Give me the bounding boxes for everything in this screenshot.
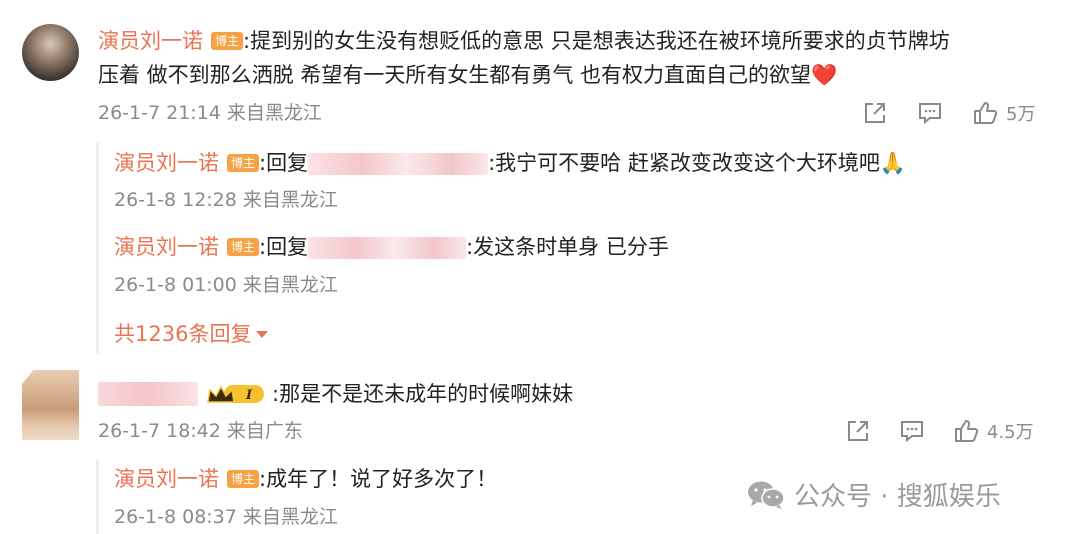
blurred-username	[308, 237, 467, 259]
reply-text: :发这条时单身 已分手	[466, 235, 669, 259]
like-count: 4.5万	[987, 422, 1034, 443]
reply-time: 26-1-8 12:28 来自黑龙江	[114, 189, 338, 211]
wechat-icon	[748, 481, 785, 509]
reply-author[interactable]: 演员刘一诺	[114, 151, 219, 175]
reply-prefix: :回复	[259, 235, 309, 259]
blogger-badge: 博主	[227, 154, 260, 172]
blogger-badge: 博主	[211, 32, 244, 50]
like-button[interactable]: 4.5万	[953, 418, 1034, 444]
reply-3: 演员刘一诺 博主:成年了！说了好多次了！	[114, 462, 714, 496]
blurred-username	[308, 153, 489, 175]
share-icon	[848, 421, 868, 441]
author-avatar[interactable]	[22, 24, 79, 81]
reply-2: 演员刘一诺 博主:回复 :发这条时单身 已分手	[114, 230, 1044, 264]
comment-time: 26-1-7 21:14 来自黑龙江	[98, 102, 322, 124]
reply-1: 演员刘一诺 博主:回复 :我宁可不要哈 赶紧改变改变这个大环境吧🙏	[114, 146, 1044, 180]
more-replies-link[interactable]: 共1236条回复	[114, 320, 269, 348]
reply-author[interactable]: 演员刘一诺	[114, 235, 219, 259]
comment-button[interactable]	[899, 418, 925, 444]
comment-text-line2: 压着 做不到那么洒脱 希望有一天所有女生都有勇气 也有权力直面自己的欲望❤️	[98, 63, 838, 87]
comment-time: 26-1-7 18:42 来自广东	[98, 420, 303, 442]
svg-text:I: I	[245, 388, 253, 403]
comment-icon	[901, 421, 923, 443]
reply-text: :成年了！说了好多次了！	[259, 467, 498, 491]
comment-icon	[919, 103, 941, 125]
blogger-badge: 博主	[227, 238, 260, 256]
like-count: 5万	[1006, 104, 1036, 125]
thumbs-up-icon	[955, 420, 979, 442]
caret-down-icon	[256, 331, 269, 338]
watermark: 公众号 · 搜狐娱乐	[746, 476, 1001, 513]
user-avatar-blurred[interactable]	[22, 370, 79, 440]
more-replies-label: 共1236条回复	[114, 322, 252, 346]
blogger-badge: 博主	[227, 470, 260, 488]
watermark-text: 公众号 · 搜狐娱乐	[794, 482, 1001, 512]
comment-text: :那是不是还未成年的时候啊妹妹	[272, 382, 574, 406]
share-icon	[865, 103, 885, 123]
reply-prefix: :回复	[259, 151, 309, 175]
author-name[interactable]: 演员刘一诺	[98, 29, 203, 53]
vip-crown-icon: I	[207, 385, 264, 403]
reply-time: 26-1-8 01:00 来自黑龙江	[114, 274, 338, 296]
comment-text-line1: :提到别的女生没有想贬低的意思 只是想表达我还在被环境所要求的贞节牌坊	[243, 29, 950, 53]
reply-time: 26-1-8 08:37 来自黑龙江	[114, 506, 338, 528]
comment-2: I :那是不是还未成年的时候啊妹妹	[98, 377, 998, 411]
share-button[interactable]	[862, 100, 888, 126]
reply-author[interactable]: 演员刘一诺	[114, 467, 219, 491]
like-button[interactable]: 5万	[972, 100, 1035, 126]
share-button[interactable]	[845, 418, 871, 444]
thumbs-up-icon	[974, 102, 998, 124]
comment-1: 演员刘一诺 博主:提到别的女生没有想贬低的意思 只是想表达我还在被环境所要求的贞节…	[98, 24, 1048, 92]
blurred-username[interactable]	[98, 382, 198, 406]
reply-text: :我宁可不要哈 赶紧改变改变这个大环境吧🙏	[488, 151, 906, 175]
comment-button[interactable]	[917, 100, 943, 126]
